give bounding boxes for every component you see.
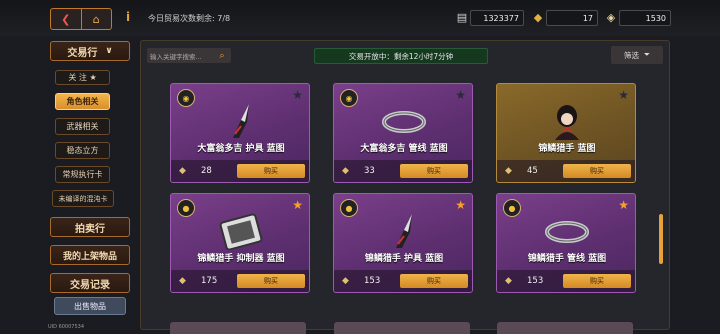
trade-count-text: 今日贸易次数剩余: 7/8 [148,14,231,23]
ring-icon [374,102,434,140]
item-card[interactable]: ◉ ★ 大富翁多吉 管线 蓝图 ◆ 33 购买 [333,83,473,183]
knife-blade-icon [211,102,271,140]
sell-button[interactable]: 出售物品 [54,297,126,315]
diamond-icon: ◈ [606,10,616,24]
home-icon[interactable]: ⌂ [82,9,112,29]
chevron-down-icon: ∨ [105,46,113,56]
sidebar-exchange-label: 交易行 [67,47,98,59]
sidebar-item-character[interactable]: 角色相关 [55,93,110,110]
sidebar-auction[interactable]: 拍卖行 [50,217,130,237]
star-icon[interactable]: ★ [618,198,629,212]
item-price: 45 [527,166,538,176]
item-name: 锦鳞猎手 抑制器 蓝图 [197,254,285,264]
character-portrait [537,102,597,140]
currency-coin: 17 [546,10,598,26]
coin-icon: ◆ [179,166,186,176]
nav-buttons: ❮ ⌂ [50,8,112,30]
filter-button[interactable]: 筛选 ⏷ [611,46,663,64]
item-price: 175 [201,276,218,286]
buy-button[interactable]: 购买 [563,274,631,288]
tablet-icon [211,212,271,251]
trade-status-banner: 交易开放中：剩余12小时7分钟 [314,48,488,64]
item-card[interactable]: ● ★ 锦鳞猎手 抑制器 蓝图 ◆ 175 购买 [170,193,310,293]
sidebar-records[interactable]: 交易记录 [50,273,130,293]
sidebar-item-weapon[interactable]: 武器相关 [55,118,110,135]
card-stub [497,322,633,334]
ring-icon [537,212,597,250]
sidebar-item-exec-card[interactable]: 常规执行卡 [55,166,110,183]
coin-icon: ◆ [342,166,349,176]
filter-label: 筛选 [624,50,639,60]
back-arrow-icon[interactable]: ❮ [51,9,82,29]
card-stub [170,322,306,334]
owner-avatar: ◉ [340,89,358,107]
item-card[interactable]: ● ★ 锦鳞猎手 管线 蓝图 ◆ 153 购买 [496,193,636,293]
buy-button[interactable]: 购买 [400,164,468,178]
sidebar-item-cube[interactable]: 稳态立方 [55,142,110,159]
star-icon[interactable]: ★ [618,88,629,102]
item-name: 锦鳞猎手 护具 蓝图 [364,254,444,264]
item-price: 153 [364,276,381,286]
star-icon[interactable]: ★ [455,88,466,102]
buy-button[interactable]: 购买 [400,274,468,288]
uid-label: UID 60007534 [48,324,85,330]
buy-button[interactable]: 购买 [563,164,631,178]
item-name: 大富翁多吉 护具 蓝图 [197,144,285,154]
owner-avatar: ◉ [177,89,195,107]
owner-avatar: ● [177,199,195,217]
owner-avatar: ● [340,199,358,217]
owner-avatar: ● [503,199,521,217]
item-name: 锦鳞猎手 蓝图 [538,144,596,154]
item-name: 锦鳞猎手 管线 蓝图 [527,254,607,264]
item-card[interactable]: ● ★ 锦鳞猎手 护具 蓝图 ◆ 153 购买 [333,193,473,293]
item-price: 153 [527,276,544,286]
star-icon[interactable]: ★ [455,198,466,212]
item-price: 33 [364,166,375,176]
info-icon[interactable]: i [126,10,130,24]
sidebar-item-follow[interactable]: 关 注 ★ [55,70,110,85]
item-card[interactable]: ★ 锦鳞猎手 蓝图 ◆ 45 购买 [496,83,636,183]
cash-icon: ▤ [456,10,468,24]
currency-diamond: 1530 [619,10,671,26]
search-icon[interactable]: ⌕ [213,48,231,63]
sidebar-exchange[interactable]: 交易行 ∨ [50,41,130,61]
item-price: 28 [201,166,212,176]
knife-blade-icon [374,212,434,250]
coin-icon: ◆ [179,276,186,286]
item-name: 大富翁多吉 管线 蓝图 [360,144,448,154]
sidebar-item-chaos-card[interactable]: 未编译的混沌卡 [52,190,114,207]
item-card[interactable]: ◉ ★ 大富翁多吉 护具 蓝图 ◆ 28 购买 [170,83,310,183]
coin-icon: ◆ [342,276,349,286]
coin-icon: ◆ [505,276,512,286]
coin-icon: ◆ [505,166,512,176]
card-stub [334,322,470,334]
star-icon[interactable]: ★ [292,198,303,212]
currency-cash: 1323377 [470,10,524,26]
buy-button[interactable]: 购买 [237,274,305,288]
star-icon[interactable]: ★ [292,88,303,102]
buy-button[interactable]: 购买 [237,164,305,178]
scrollbar[interactable] [659,214,663,264]
sidebar-my-listings[interactable]: 我的上架物品 [50,245,130,265]
funnel-icon: ⏷ [644,50,650,59]
coin-bag-icon: ◆ [533,10,543,24]
